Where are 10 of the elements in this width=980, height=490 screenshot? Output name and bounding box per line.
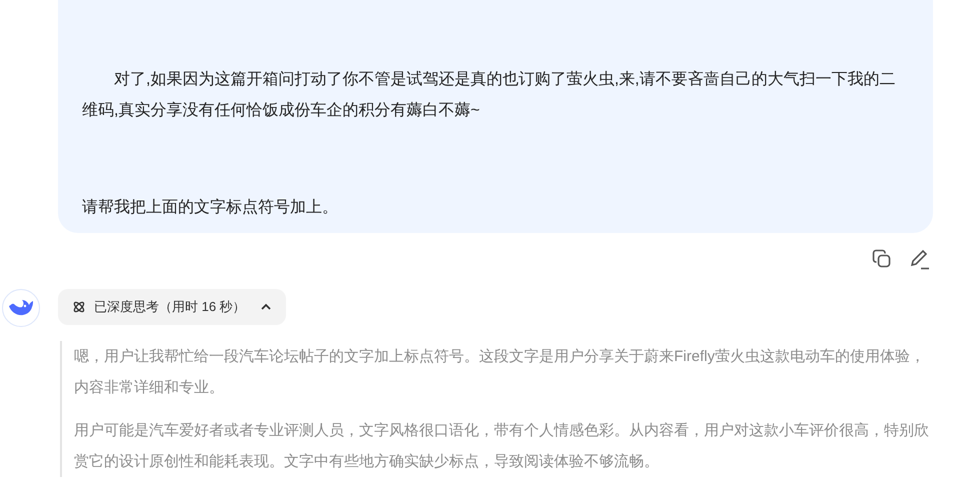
message-text: 对了,如果因为这篇开箱问打动了你不管是试驾还是真的也订购了萤火虫,来,请不要吝啬自己的大气扫一下我的二维码,真实分享没有任何恰饭成份车企的积分有薅白不薅~ [82,70,896,121]
pencil-icon [909,248,931,270]
atom-icon [72,300,86,314]
whale-icon [8,298,34,318]
thinking-toggle[interactable]: 已深度思考（用时 16 秒） [58,289,286,325]
thinking-text: 用户可能是汽车爱好者或者专业评测人员，文字风格很口语化，带有个人情感色彩。从内容看，用户对这款小车评价很高，特别欣赏它的设计原创性和能耗表现。文字中有些地方确实缺少标点，导致阅读体验不够流畅。 [74,421,930,472]
message-text: 请帮我把上面的文字标点符号加上。 [82,198,339,218]
thinking-text: 嗯，用户让我帮忙给一段汽车论坛帖子的文字加上标点符号。这段文字是用户分享关于蔚来Firefly萤火虫这款电动车的使用体验，内容非常详细和专业。 [74,347,926,398]
edit-button[interactable] [908,247,932,271]
copy-icon [872,249,892,269]
